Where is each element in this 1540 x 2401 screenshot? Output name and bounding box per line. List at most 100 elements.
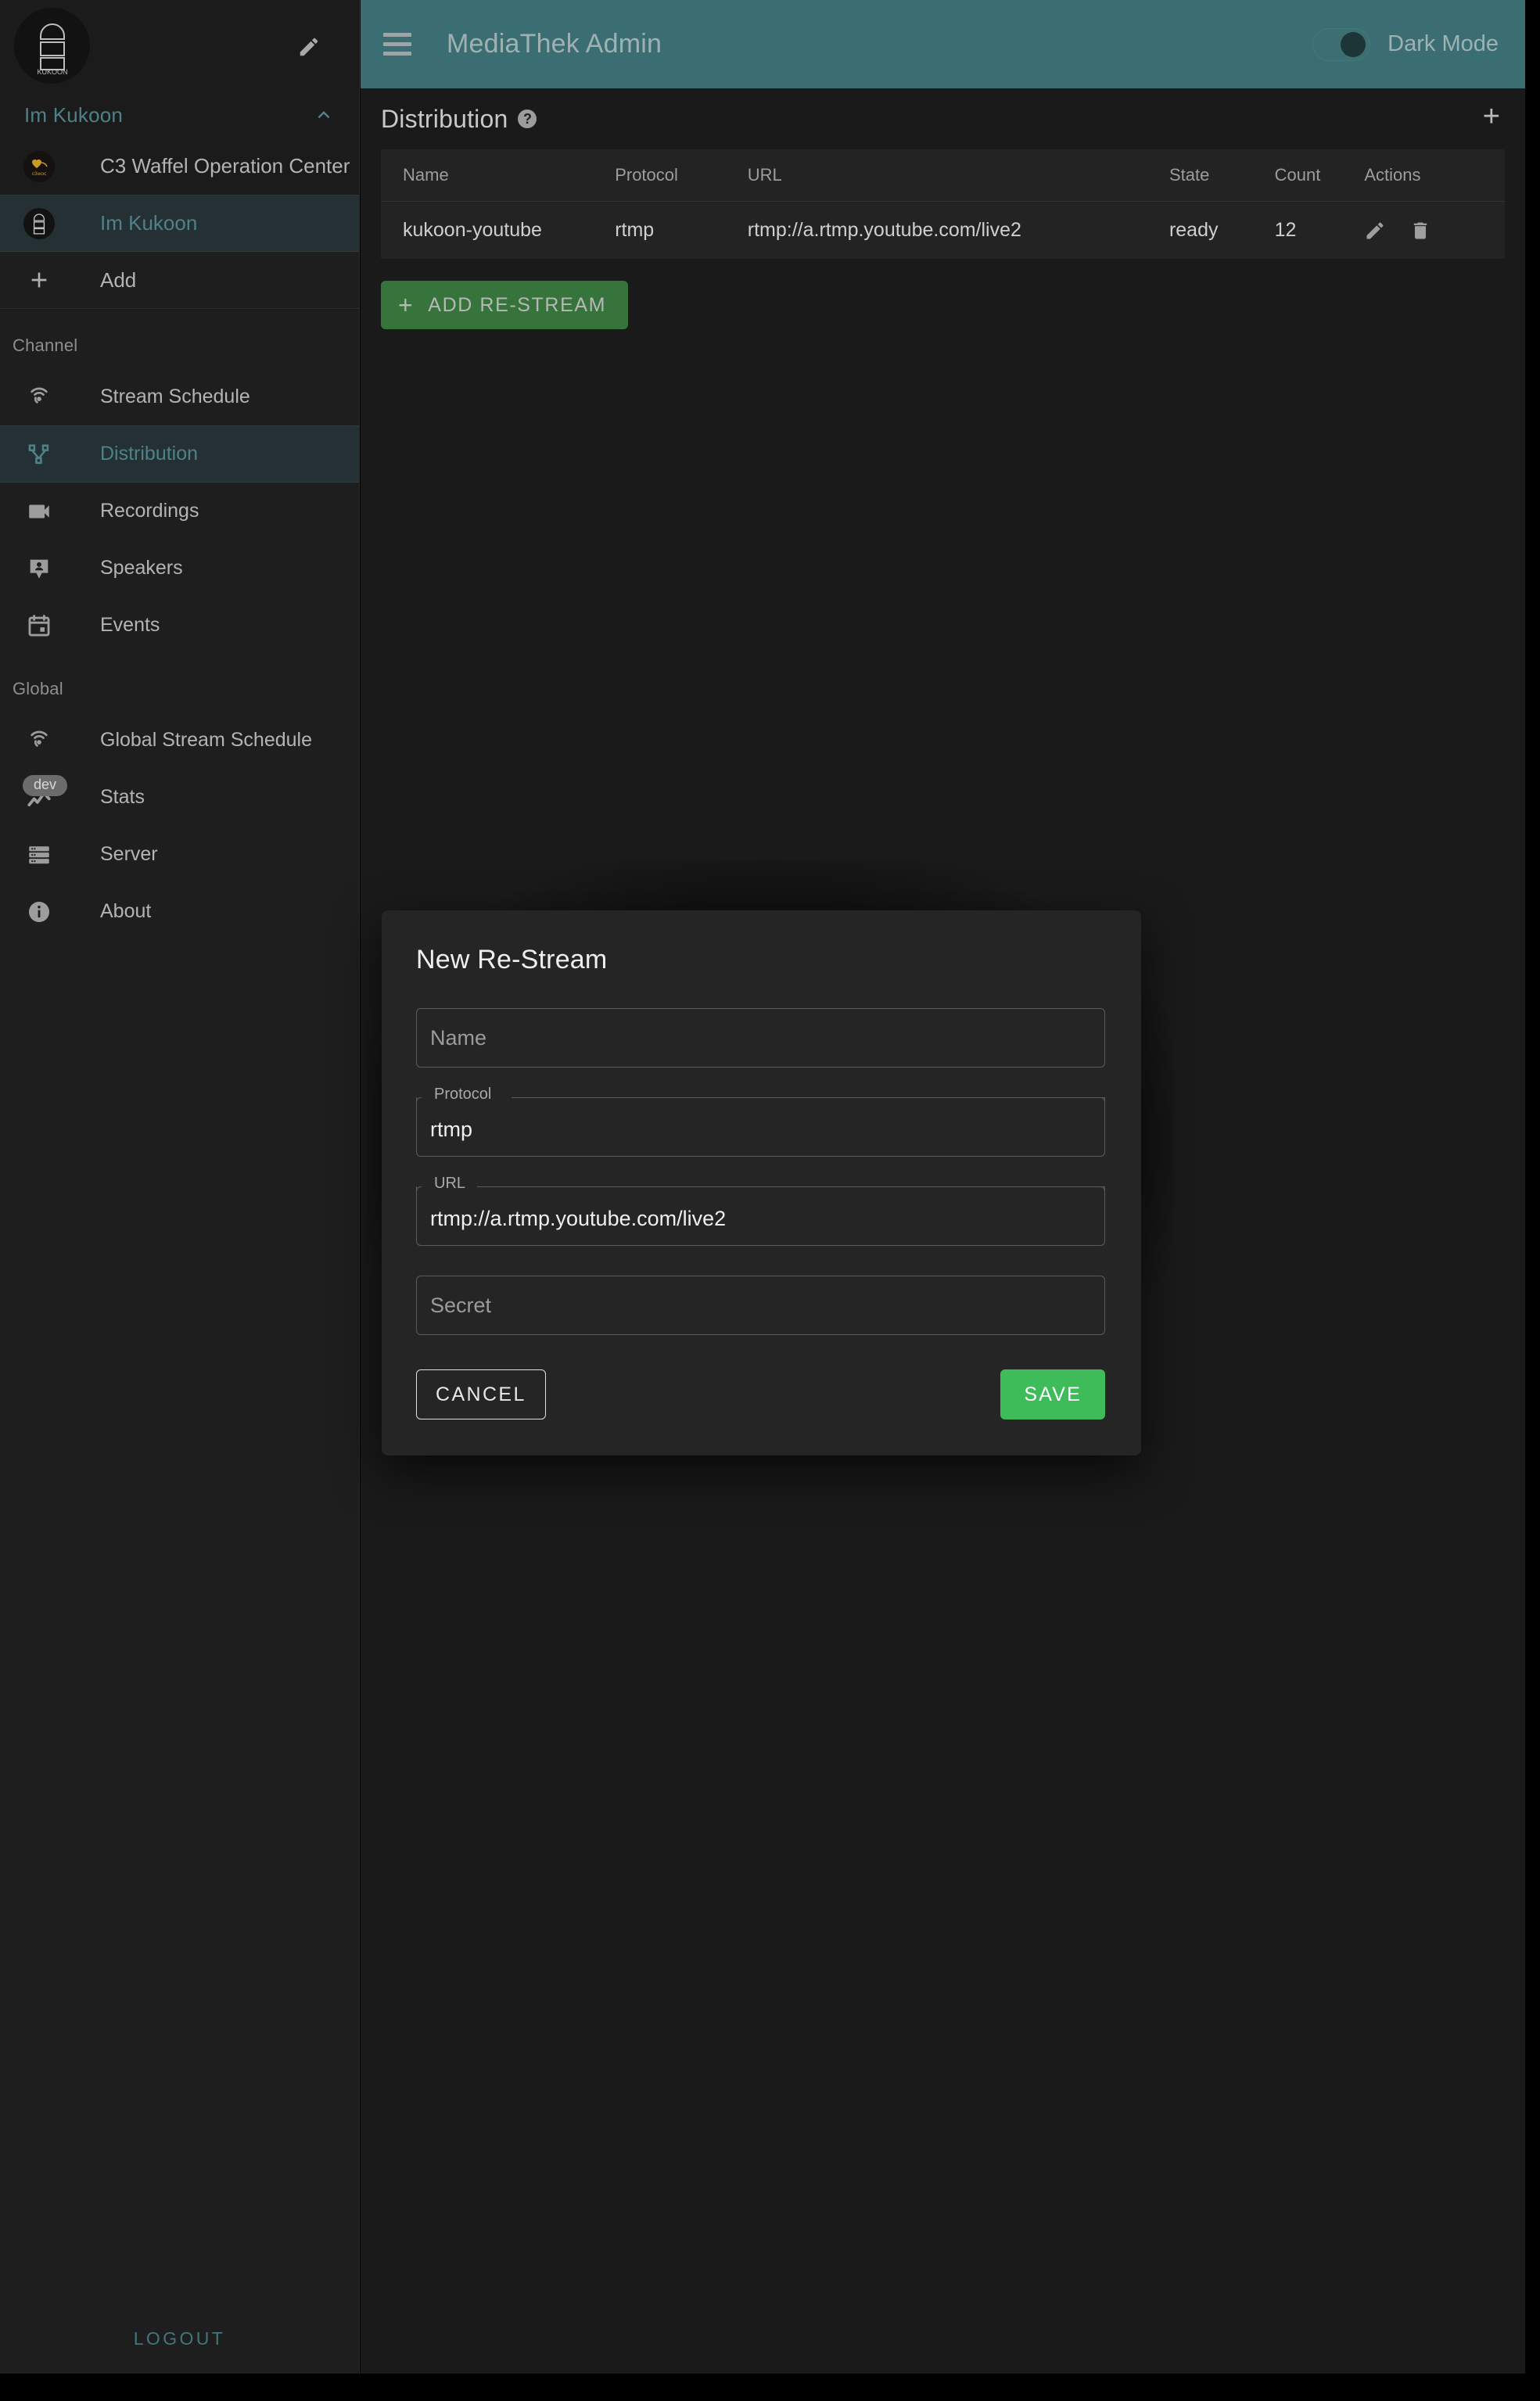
sidebar-item-label: About bbox=[100, 900, 152, 922]
cell-protocol: rtmp bbox=[615, 219, 655, 241]
sidebar-item-server[interactable]: Server bbox=[0, 826, 359, 883]
sidebar-header: KUKOON bbox=[0, 0, 359, 92]
nav-section-title-global: Global bbox=[13, 679, 63, 698]
pencil-icon bbox=[1366, 221, 1384, 239]
dark-mode-toggle[interactable] bbox=[1312, 27, 1371, 61]
cell-name: kukoon-youtube bbox=[403, 219, 542, 241]
server-icon bbox=[23, 842, 55, 868]
sidebar-item-recordings[interactable]: Recordings bbox=[0, 483, 359, 540]
kukoon-avatar-icon bbox=[33, 213, 45, 234]
nav-section-title-channel: Channel bbox=[13, 336, 78, 355]
secret-input[interactable] bbox=[416, 1276, 1105, 1335]
edit-row-button[interactable] bbox=[1364, 220, 1386, 242]
sidebar-add-label: Add bbox=[100, 267, 137, 292]
hamburger-icon[interactable] bbox=[379, 27, 415, 63]
c3woc-avatar: c3woc bbox=[23, 150, 55, 182]
org-switcher-label: Im Kukoon bbox=[24, 102, 124, 127]
page-header: Distribution ? + bbox=[361, 88, 1525, 149]
pencil-icon bbox=[300, 38, 318, 56]
svg-text:c3woc: c3woc bbox=[32, 171, 47, 177]
edit-brand-button[interactable] bbox=[293, 31, 325, 63]
url-input[interactable] bbox=[416, 1186, 1105, 1246]
sidebar-item-stats[interactable]: dev Stats bbox=[0, 769, 359, 826]
page-title: Distribution bbox=[381, 104, 508, 133]
distribution-icon bbox=[23, 441, 55, 468]
protocol-field-wrapper: Protocol bbox=[416, 1086, 1105, 1157]
protocol-input[interactable] bbox=[416, 1097, 1105, 1157]
stats-dev-badge: dev bbox=[23, 775, 68, 796]
org-item-label: Im Kukoon bbox=[100, 211, 198, 235]
sidebar-item-label: Recordings bbox=[100, 500, 199, 522]
add-re-stream-button[interactable]: + ADD RE-STREAM bbox=[381, 281, 629, 329]
sidebar-item-label: Stats bbox=[100, 786, 145, 808]
kukoon-avatar bbox=[23, 207, 55, 239]
cancel-button[interactable]: CANCEL bbox=[416, 1369, 546, 1419]
column-header-state: State bbox=[1168, 149, 1275, 202]
url-field-wrapper: URL bbox=[416, 1175, 1105, 1246]
table-header-row: Name Protocol URL State Count Actions bbox=[381, 149, 1505, 202]
new-re-stream-dialog: New Re-Stream Protocol URL bbox=[382, 910, 1141, 1455]
svg-text:KUKOON: KUKOON bbox=[37, 68, 67, 75]
app-bar-right: Dark Mode bbox=[1312, 27, 1505, 61]
org-list: c3woc C3 Waffel Operation Center Im Kuko… bbox=[0, 138, 359, 310]
broadcast-icon bbox=[23, 727, 55, 754]
cell-count: 12 bbox=[1274, 219, 1297, 241]
sidebar-item-distribution[interactable]: Distribution bbox=[0, 425, 359, 483]
video-camera-icon bbox=[23, 498, 55, 525]
sidebar-item-events[interactable]: Events bbox=[0, 597, 359, 654]
column-header-protocol: Protocol bbox=[615, 149, 748, 202]
cell-state: ready bbox=[1168, 219, 1219, 241]
protocol-field-label: Protocol bbox=[429, 1086, 497, 1102]
delete-row-button[interactable] bbox=[1409, 220, 1431, 242]
dark-mode-label: Dark Mode bbox=[1387, 31, 1499, 56]
chevron-up-icon bbox=[312, 103, 336, 127]
sidebar: KUKOON Im Kukoon c3woc C3 Waffel Operati… bbox=[0, 0, 360, 2374]
column-header-name: Name bbox=[381, 149, 616, 202]
url-field-label: URL bbox=[429, 1175, 472, 1191]
trash-icon bbox=[1414, 222, 1427, 239]
c3woc-avatar-icon: c3woc bbox=[32, 159, 48, 177]
app-title: MediaThek Admin bbox=[447, 29, 662, 59]
org-item-label: C3 Waffel Operation Center bbox=[100, 154, 350, 178]
distribution-table: Name Protocol URL State Count Actions ku… bbox=[381, 149, 1505, 259]
speaker-person-icon bbox=[23, 555, 55, 582]
column-header-actions: Actions bbox=[1364, 149, 1505, 202]
dialog-title: New Re-Stream bbox=[416, 945, 608, 974]
logout-button[interactable]: LOGOUT bbox=[134, 2328, 226, 2349]
sidebar-item-global-stream-schedule[interactable]: Global Stream Schedule bbox=[0, 712, 359, 769]
sidebar-item-label: Stream Schedule bbox=[100, 386, 250, 407]
logout-row: LOGOUT bbox=[0, 2303, 359, 2374]
org-item-c3woc[interactable]: c3woc C3 Waffel Operation Center bbox=[0, 138, 359, 195]
bottom-black-bar bbox=[0, 2374, 1540, 2401]
plus-icon bbox=[23, 267, 55, 292]
add-re-stream-label: ADD RE-STREAM bbox=[428, 293, 607, 316]
save-button[interactable]: SAVE bbox=[1000, 1369, 1105, 1419]
sidebar-item-label: Server bbox=[100, 843, 158, 865]
info-icon bbox=[23, 899, 55, 925]
column-header-count: Count bbox=[1274, 149, 1365, 202]
toggle-knob bbox=[1341, 31, 1366, 57]
org-item-im-kukoon[interactable]: Im Kukoon bbox=[0, 195, 359, 252]
sidebar-item-about[interactable]: About bbox=[0, 883, 359, 940]
secret-field-wrapper bbox=[416, 1276, 1105, 1335]
sidebar-add-button[interactable]: Add bbox=[0, 252, 359, 309]
dialog-actions: CANCEL SAVE bbox=[416, 1369, 1105, 1419]
table-row: kukoon-youtube rtmp rtmp://a.rtmp.youtub… bbox=[381, 202, 1505, 260]
app-root: KUKOON Im Kukoon c3woc C3 Waffel Operati… bbox=[0, 0, 1540, 2401]
cell-actions bbox=[1364, 202, 1505, 260]
name-field-wrapper bbox=[416, 1008, 1105, 1068]
page-add-button[interactable]: + bbox=[1483, 102, 1500, 136]
sidebar-item-label: Speakers bbox=[100, 557, 183, 579]
name-input[interactable] bbox=[416, 1008, 1105, 1068]
plus-icon: + bbox=[398, 291, 415, 319]
org-switcher[interactable]: Im Kukoon bbox=[0, 92, 359, 138]
sidebar-item-speakers[interactable]: Speakers bbox=[0, 540, 359, 597]
cell-url: rtmp://a.rtmp.youtube.com/live2 bbox=[747, 219, 1021, 241]
sidebar-item-label: Events bbox=[100, 614, 160, 636]
sidebar-item-label: Distribution bbox=[100, 443, 199, 465]
column-header-url: URL bbox=[747, 149, 1169, 202]
help-circle-icon[interactable]: ? bbox=[518, 109, 537, 128]
app-bar: MediaThek Admin Dark Mode bbox=[361, 0, 1525, 88]
calendar-icon bbox=[23, 612, 55, 639]
sidebar-item-stream-schedule[interactable]: Stream Schedule bbox=[0, 368, 359, 425]
